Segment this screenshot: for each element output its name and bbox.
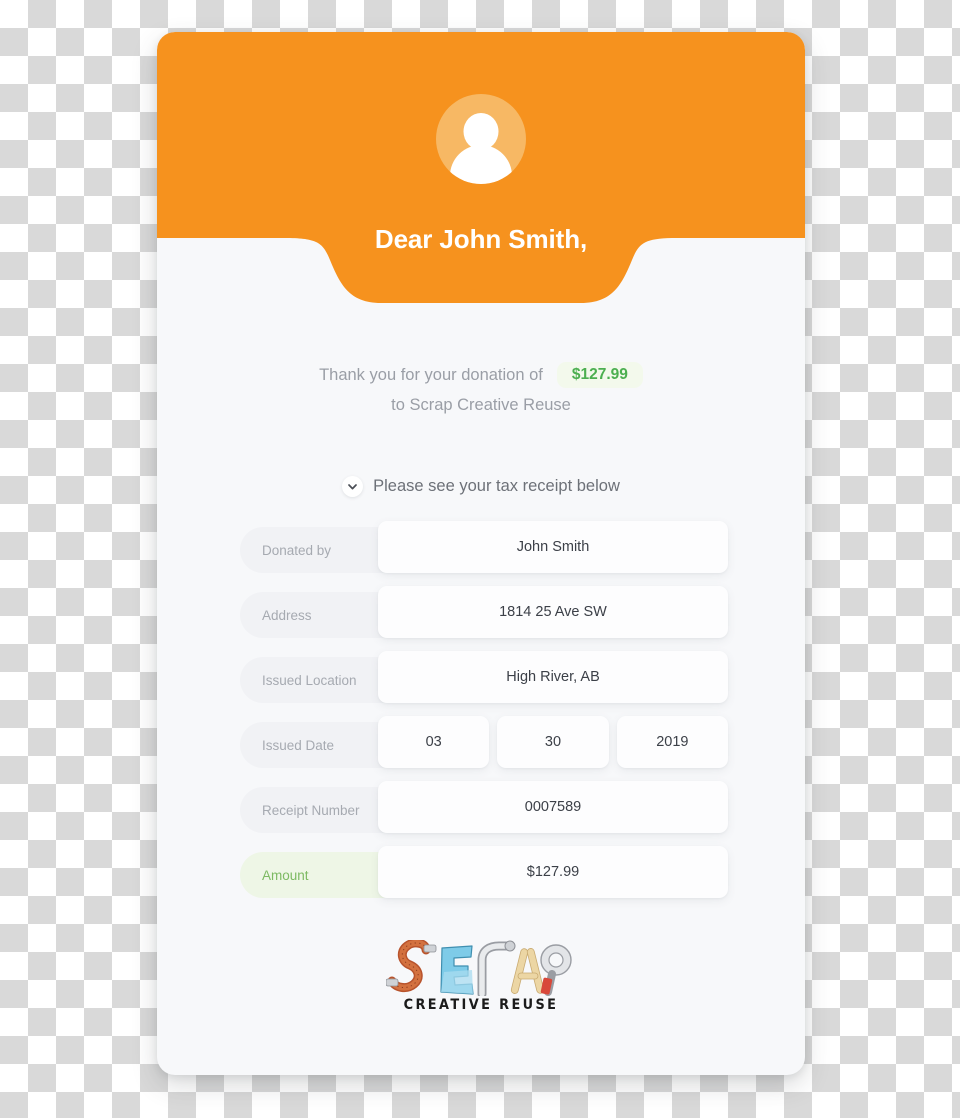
logo-letter-a-icon bbox=[510, 948, 545, 994]
field-values: 03 30 2019 bbox=[378, 716, 728, 768]
field-row-issued-location: Issued Location High River, AB bbox=[240, 651, 728, 703]
disclosure-label: Please see your tax receipt below bbox=[373, 477, 620, 495]
logo-letter-p-icon bbox=[540, 944, 572, 996]
field-value[interactable]: 0007589 bbox=[378, 781, 728, 833]
field-row-receipt-number: Receipt Number 0007589 bbox=[240, 781, 728, 833]
field-row-address: Address 1814 25 Ave SW bbox=[240, 586, 728, 638]
field-values: 1814 25 Ave SW bbox=[378, 586, 728, 638]
field-value-month[interactable]: 03 bbox=[378, 716, 490, 768]
logo-letter-s-icon bbox=[386, 940, 437, 993]
page-title: Dear John Smith, bbox=[374, 224, 588, 254]
field-values: John Smith bbox=[378, 521, 728, 573]
logo-letter-c-icon bbox=[440, 945, 474, 995]
avatar bbox=[436, 94, 526, 184]
thank-you-message: Thank you for your donation of $127.99 t… bbox=[157, 360, 805, 420]
donation-receipt-card: Dear John Smith, Thank you for your dona… bbox=[157, 32, 805, 1075]
field-value[interactable]: 1814 25 Ave SW bbox=[378, 586, 728, 638]
receipt-header: Dear John Smith, bbox=[157, 32, 805, 307]
logo-tagline: CREATIVE REUSE bbox=[403, 997, 559, 1013]
chevron-down-glyph bbox=[348, 483, 357, 489]
field-value-day[interactable]: 30 bbox=[497, 716, 609, 768]
field-value[interactable]: $127.99 bbox=[378, 846, 728, 898]
field-values: 0007589 bbox=[378, 781, 728, 833]
donation-amount-badge: $127.99 bbox=[556, 361, 643, 389]
organization-line: to Scrap Creative Reuse bbox=[391, 396, 571, 414]
avatar-body-icon bbox=[450, 145, 512, 184]
scrap-logo: CREATIVE REUSE bbox=[381, 940, 581, 1013]
field-row-issued-date: Issued Date 03 30 2019 bbox=[240, 716, 728, 768]
logo-letter-r-icon bbox=[477, 940, 516, 996]
field-value-year[interactable]: 2019 bbox=[616, 716, 728, 768]
field-values: High River, AB bbox=[378, 651, 728, 703]
field-row-donated-by: Donated by John Smith bbox=[240, 521, 728, 573]
receipt-disclosure[interactable]: Please see your tax receipt below bbox=[157, 476, 805, 497]
field-value[interactable]: John Smith bbox=[378, 521, 728, 573]
field-row-amount: Amount $127.99 bbox=[240, 846, 728, 898]
scrap-wordmark-icon bbox=[386, 940, 572, 996]
chevron-down-icon[interactable] bbox=[342, 476, 364, 497]
field-value[interactable]: High River, AB bbox=[378, 651, 728, 703]
field-values: $127.99 bbox=[378, 846, 728, 898]
thank-you-prefix: Thank you for your donation of bbox=[319, 366, 543, 384]
